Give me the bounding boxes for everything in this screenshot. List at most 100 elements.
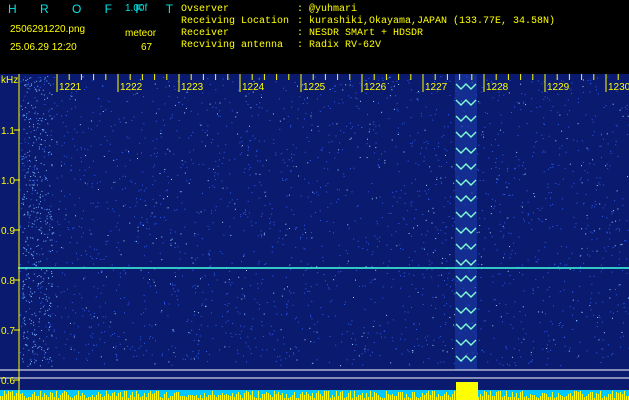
baseline-spike xyxy=(566,396,567,400)
noise-dot xyxy=(437,285,439,287)
noise-dot xyxy=(154,180,156,182)
noise-dot xyxy=(37,206,39,208)
noise-dot xyxy=(411,260,413,261)
baseline-spike xyxy=(426,393,427,400)
noise-dot xyxy=(590,231,592,233)
noise-dot xyxy=(27,160,29,162)
noise-dot xyxy=(148,272,150,274)
noise-dot xyxy=(119,272,121,274)
noise-dot xyxy=(490,144,492,146)
noise-dot xyxy=(432,317,434,319)
noise-dot xyxy=(369,128,371,130)
noise-dot xyxy=(568,257,570,259)
noise-dot xyxy=(47,277,49,279)
noise-dot xyxy=(559,263,561,265)
noise-dot xyxy=(282,159,284,161)
noise-dot xyxy=(166,207,168,209)
noise-dot xyxy=(292,304,294,306)
noise-dot xyxy=(449,254,451,256)
noise-dot xyxy=(140,345,142,347)
noise-dot xyxy=(41,231,43,233)
noise-dot xyxy=(514,106,515,108)
noise-dot xyxy=(538,89,540,91)
noise-dot xyxy=(31,223,33,225)
noise-dot xyxy=(446,303,448,305)
noise-dot xyxy=(74,99,76,101)
noise-dot xyxy=(300,260,302,262)
noise-dot xyxy=(304,248,306,250)
noise-dot xyxy=(55,294,57,296)
noise-dot xyxy=(534,196,536,198)
noise-dot xyxy=(260,94,262,96)
noise-dot xyxy=(284,162,286,164)
noise-dot xyxy=(23,198,25,200)
noise-dot xyxy=(444,148,446,150)
noise-dot xyxy=(231,110,233,112)
noise-dot xyxy=(484,126,486,128)
baseline-spike xyxy=(392,394,393,400)
noise-dot xyxy=(213,168,214,170)
noise-dot xyxy=(49,225,51,227)
noise-dot xyxy=(87,149,89,151)
noise-dot xyxy=(431,269,433,271)
baseline-spike xyxy=(396,396,397,400)
noise-dot xyxy=(406,223,408,225)
noise-dot xyxy=(47,236,49,238)
noise-dot xyxy=(44,77,46,79)
noise-dot xyxy=(135,240,137,242)
noise-dot xyxy=(349,138,351,140)
noise-dot xyxy=(113,159,115,161)
noise-dot xyxy=(201,124,202,126)
noise-dot xyxy=(615,144,617,146)
noise-dot xyxy=(120,298,122,299)
baseline-spike xyxy=(480,394,481,400)
noise-dot xyxy=(29,217,31,219)
noise-dot xyxy=(343,132,345,134)
noise-dot xyxy=(92,333,94,334)
noise-dot xyxy=(317,125,319,127)
noise-dot xyxy=(430,276,432,278)
noise-dot xyxy=(362,285,364,287)
spectrogram-background xyxy=(0,74,629,400)
noise-dot xyxy=(310,115,312,117)
noise-dot xyxy=(45,223,47,225)
noise-dot xyxy=(616,125,618,127)
noise-dot xyxy=(46,209,48,211)
noise-dot xyxy=(590,79,592,81)
noise-dot xyxy=(537,80,539,82)
noise-dot xyxy=(49,216,51,218)
noise-dot xyxy=(204,132,206,133)
noise-dot xyxy=(24,95,26,97)
noise-dot xyxy=(378,166,380,168)
noise-dot xyxy=(91,186,93,188)
noise-dot xyxy=(448,114,450,116)
noise-dot xyxy=(101,271,103,273)
noise-dot xyxy=(192,163,194,165)
noise-dot xyxy=(392,191,394,193)
noise-dot xyxy=(148,228,150,230)
noise-dot xyxy=(234,203,236,205)
noise-dot xyxy=(518,165,520,167)
noise-dot xyxy=(152,184,154,186)
noise-dot xyxy=(36,246,38,247)
noise-dot xyxy=(243,172,245,173)
noise-dot xyxy=(259,102,261,104)
baseline-spike xyxy=(534,395,535,400)
baseline-burst xyxy=(456,382,478,400)
noise-dot xyxy=(193,358,195,360)
noise-dot xyxy=(39,197,41,199)
noise-dot xyxy=(407,311,409,313)
noise-dot xyxy=(53,116,55,118)
noise-dot xyxy=(596,89,597,91)
noise-dot xyxy=(24,119,26,121)
noise-dot xyxy=(45,194,47,196)
noise-dot xyxy=(479,225,481,226)
baseline-spike xyxy=(50,392,51,400)
noise-dot xyxy=(605,250,607,252)
noise-dot xyxy=(603,332,605,334)
noise-dot xyxy=(432,119,434,121)
noise-dot xyxy=(154,363,156,365)
noise-dot xyxy=(29,277,30,279)
noise-dot xyxy=(335,135,337,137)
noise-dot xyxy=(505,303,507,305)
